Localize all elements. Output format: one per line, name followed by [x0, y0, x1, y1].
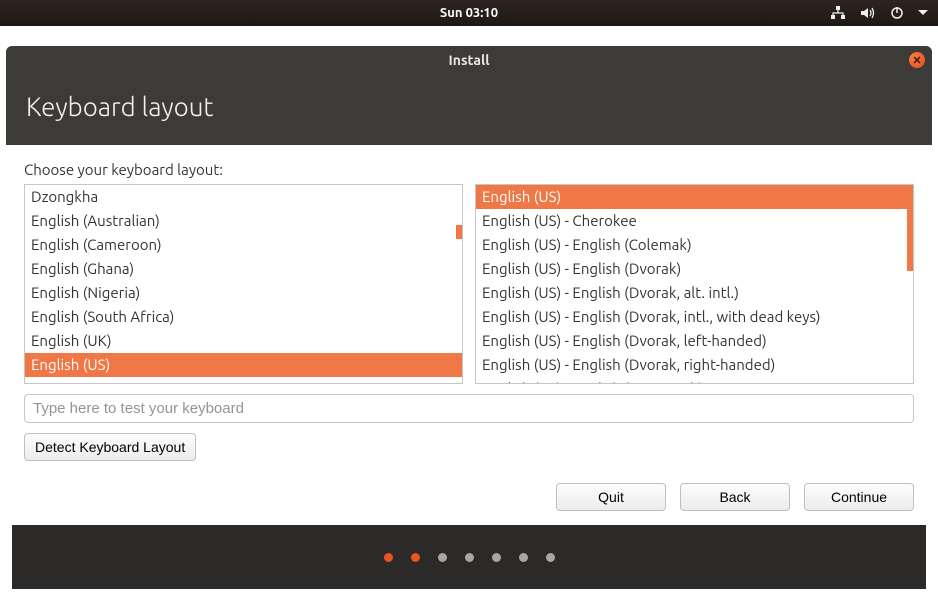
detect-layout-button[interactable]: Detect Keyboard Layout: [24, 433, 196, 461]
layout-list-item[interactable]: English (Cameroon): [25, 233, 462, 257]
power-icon[interactable]: [890, 6, 904, 20]
variant-list-item[interactable]: English (US) - English (Dvorak): [476, 257, 913, 281]
volume-icon[interactable]: [860, 6, 876, 20]
close-button[interactable]: [909, 52, 925, 68]
layout-lists: DzongkhaEnglish (Australian)English (Cam…: [24, 184, 914, 384]
variant-list[interactable]: English (US)English (US) - CherokeeEngli…: [475, 184, 914, 384]
page-title: Keyboard layout: [26, 92, 213, 121]
layout-list-item[interactable]: English (UK): [25, 329, 462, 353]
window-title: Install: [449, 52, 490, 68]
variant-list-item[interactable]: English (US) - English (Dvorak, left-han…: [476, 329, 913, 353]
progress-dot: [492, 553, 501, 562]
variant-list-item[interactable]: English (US) - English (Dvorak, alt. int…: [476, 281, 913, 305]
progress-dot: [411, 553, 420, 562]
layout-list-item[interactable]: English (Ghana): [25, 257, 462, 281]
layout-list-item[interactable]: Dzongkha: [25, 185, 462, 209]
layout-list-item[interactable]: English (South Africa): [25, 305, 462, 329]
quit-button[interactable]: Quit: [556, 483, 666, 511]
install-window: Install Keyboard layout Choose your keyb…: [6, 46, 932, 589]
layout-list-item[interactable]: Esperanto: [25, 377, 462, 384]
dropdown-icon[interactable]: [918, 10, 928, 16]
progress-dot: [438, 553, 447, 562]
button-row: Quit Back Continue: [6, 461, 932, 525]
keyboard-test-input[interactable]: [24, 394, 914, 423]
progress-dots: [12, 525, 926, 589]
layout-list-item[interactable]: English (Australian): [25, 209, 462, 233]
system-tray: [830, 6, 928, 20]
progress-dot: [546, 553, 555, 562]
back-button[interactable]: Back: [680, 483, 790, 511]
main-content: Choose your keyboard layout: DzongkhaEng…: [6, 145, 932, 461]
progress-dot: [519, 553, 528, 562]
window-titlebar: Install: [6, 46, 932, 74]
variant-list-item[interactable]: English (US): [476, 185, 913, 209]
scrollbar-thumb[interactable]: [456, 225, 462, 239]
layout-list-item[interactable]: English (US): [25, 353, 462, 377]
progress-dot: [384, 553, 393, 562]
variant-list-item[interactable]: English (US) - English (Macintosh): [476, 377, 913, 384]
continue-button[interactable]: Continue: [804, 483, 914, 511]
variant-list-item[interactable]: English (US) - English (Dvorak, intl., w…: [476, 305, 913, 329]
page-header: Keyboard layout: [6, 74, 932, 145]
system-topbar: Sun 03:10: [0, 0, 938, 26]
progress-dot: [465, 553, 474, 562]
variant-list-item[interactable]: English (US) - English (Dvorak, right-ha…: [476, 353, 913, 377]
layout-list[interactable]: DzongkhaEnglish (Australian)English (Cam…: [24, 184, 463, 384]
variant-list-item[interactable]: English (US) - English (Colemak): [476, 233, 913, 257]
scrollbar-thumb[interactable]: [907, 185, 913, 271]
layout-list-item[interactable]: English (Nigeria): [25, 281, 462, 305]
variant-list-item[interactable]: English (US) - Cherokee: [476, 209, 913, 233]
network-icon[interactable]: [830, 6, 846, 20]
choose-label: Choose your keyboard layout:: [24, 161, 914, 178]
clock: Sun 03:10: [440, 6, 498, 20]
